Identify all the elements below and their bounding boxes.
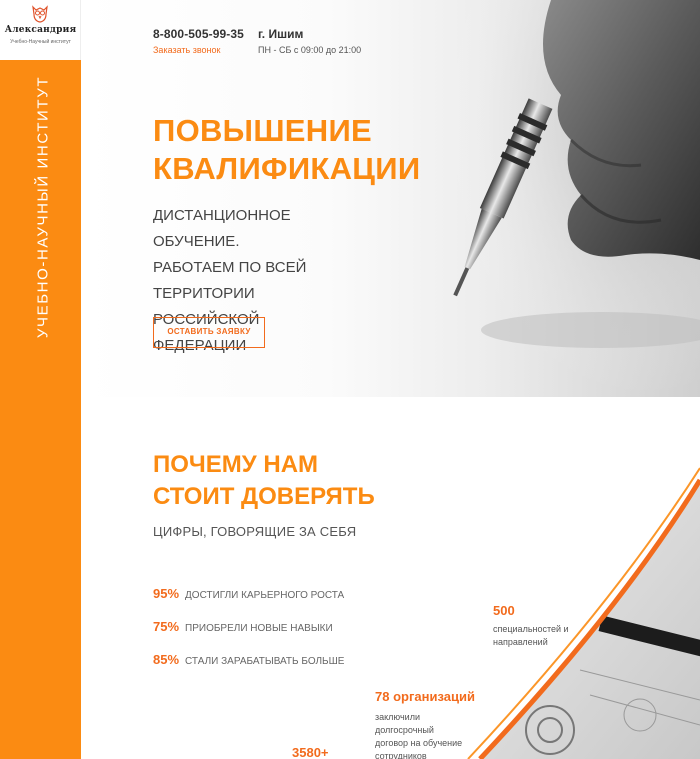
stat-label: СТАЛИ ЗАРАБАТЫВАТЬ БОЛЬШЕ xyxy=(185,656,345,667)
specialties-label-line: направлений xyxy=(493,637,548,647)
hero-subtitle-line: ДИСТАНЦИОННОЕ ОБУЧЕНИЕ. xyxy=(153,207,291,250)
callback-link[interactable]: Заказать звонок xyxy=(153,45,220,55)
pen-in-hand-icon xyxy=(411,0,700,397)
students-count: 3580+ xyxy=(292,745,329,759)
hero-subtitle-line: РАБОТАЕМ ПО ВСЕЙ xyxy=(153,259,307,276)
hero-title-line: ПОВЫШЕНИЕ xyxy=(153,113,373,148)
vertical-label: УЧЕБНО-НАУЧНЫЙ ИНСТИТУТ xyxy=(34,75,52,339)
working-hours: ПН - СБ с 09:00 до 21:00 xyxy=(258,45,362,55)
sidebar: Александрия Учебно-Научный институт УЧЕБ… xyxy=(0,0,81,759)
organizations-label-line: сотрудников xyxy=(375,751,427,759)
decorative-curve-image xyxy=(467,467,700,759)
trust-subtitle: ЦИФРЫ, ГОВОРЯЩИЕ ЗА СЕБЯ xyxy=(153,524,357,539)
trust-title: ПОЧЕМУ НАМ СТОИТ ДОВЕРЯТЬ xyxy=(153,449,383,513)
stat-label: ДОСТИГЛИ КАРЬЕРНОГО РОСТА xyxy=(185,590,345,601)
hero-title: ПОВЫШЕНИЕ КВАЛИФИКАЦИИ xyxy=(153,112,421,188)
logo-tagline: Учебно-Научный институт xyxy=(10,39,71,45)
submit-request-button[interactable]: ОСТАВИТЬ ЗАЯВКУ xyxy=(153,317,265,348)
organizations-count: 78 организаций xyxy=(375,689,475,704)
trust-title-line: СТОИТ ДОВЕРЯТЬ xyxy=(153,483,375,510)
organizations-label-line: договор на обучение xyxy=(375,738,463,748)
city-label: г. Ишим xyxy=(258,27,304,41)
organizations-label: заключили долгосрочный договор на обучен… xyxy=(375,711,475,759)
hero-section: 8-800-505-99-35 Заказать звонок г. Ишим … xyxy=(81,0,700,397)
specialties-label: специальностей и направлений xyxy=(493,623,573,649)
specialties-count: 500 xyxy=(493,603,515,618)
stat-value: 85% xyxy=(153,652,180,667)
organizations-label-line: заключили долгосрочный xyxy=(375,712,434,735)
phone-number[interactable]: 8-800-505-99-35 xyxy=(153,27,244,41)
stat-value: 95% xyxy=(153,586,180,601)
owl-logo-icon xyxy=(32,5,48,23)
stat-value: 75% xyxy=(153,619,180,634)
logo[interactable]: Александрия Учебно-Научный институт xyxy=(0,0,81,60)
trust-title-line: ПОЧЕМУ НАМ xyxy=(153,451,319,478)
logo-name: Александрия xyxy=(4,25,77,35)
stat-item: 85% СТАЛИ ЗАРАБАТЫВАТЬ БОЛЬШЕ xyxy=(153,652,344,667)
specialties-label-line: специальностей и xyxy=(493,624,569,634)
stat-item: 95% ДОСТИГЛИ КАРЬЕРНОГО РОСТА xyxy=(153,586,344,601)
stat-label: ПРИОБРЕЛИ НОВЫЕ НАВЫКИ xyxy=(185,623,333,634)
hero-title-line: КВАЛИФИКАЦИИ xyxy=(153,151,421,186)
stat-item: 75% ПРИОБРЕЛИ НОВЫЕ НАВЫКИ xyxy=(153,619,333,634)
